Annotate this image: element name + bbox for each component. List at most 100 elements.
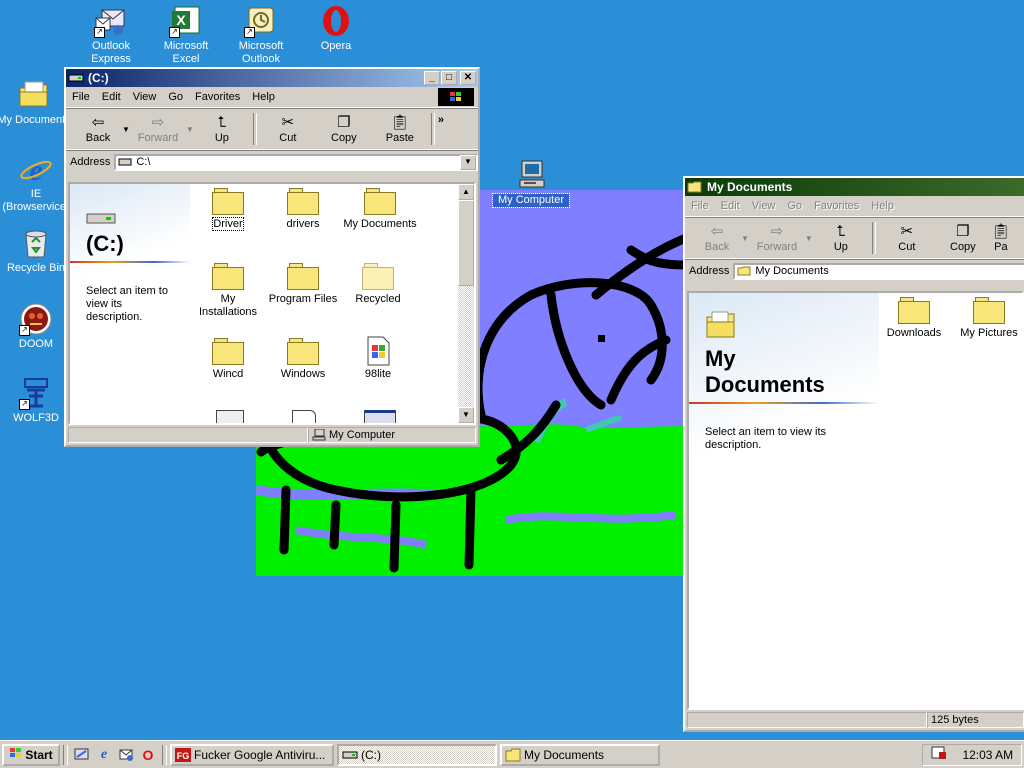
folder-view[interactable]: My Documents Select an item to view its … <box>687 291 1024 710</box>
folder-windows[interactable]: Windows <box>267 338 339 381</box>
folder-drivers[interactable]: drivers <box>267 188 339 231</box>
folder-recycled[interactable]: Recycled <box>342 263 414 306</box>
cut-button[interactable]: ✂ Cut <box>260 114 316 144</box>
title-bar[interactable]: (C:) _ □ ✕ <box>66 69 478 87</box>
outlook-icon[interactable]: ↗ Microsoft Outlook <box>223 4 299 66</box>
partial-window-icon[interactable] <box>364 410 396 423</box>
folder-program-files[interactable]: Program Files <box>267 263 339 306</box>
drive-icon <box>118 157 132 167</box>
panel-title: My Documents <box>705 346 825 397</box>
outlook-express-icon[interactable]: ↗ Outlook Express <box>73 4 149 66</box>
partial-file-icon[interactable] <box>292 410 316 423</box>
menu-edit[interactable]: Edit <box>721 200 740 212</box>
back-dropdown-icon[interactable]: ▼ <box>741 234 749 243</box>
folder-icon <box>212 338 244 365</box>
folder-my-pictures[interactable]: My Pictures <box>953 297 1022 340</box>
folder-view[interactable]: (C:) Select an item to view its descript… <box>68 182 476 425</box>
forward-dropdown-icon[interactable]: ▼ <box>805 234 813 243</box>
menu-view[interactable]: View <box>752 200 776 212</box>
title-bar[interactable]: My Documents <box>685 178 1024 196</box>
menu-help[interactable]: Help <box>252 91 275 103</box>
toolbar: ⇦ Back ▼ ⇨ Forward ▼ ⮤ Up ✂ Cut ❐ Copy 📋︎ Pa <box>685 217 1024 259</box>
up-button[interactable]: ⮤ Up <box>194 114 250 144</box>
scroll-thumb[interactable] <box>458 200 474 286</box>
wolf3d-icon[interactable]: ↗ WOLF3D <box>0 376 74 425</box>
address-label: Address <box>70 156 111 168</box>
back-button[interactable]: ⇦ Back <box>70 114 126 144</box>
maximize-button[interactable]: □ <box>441 71 457 85</box>
ie-quicklaunch-icon[interactable]: e <box>95 746 113 764</box>
forward-dropdown-icon[interactable]: ▼ <box>186 125 194 134</box>
windows-flag-icon <box>9 747 23 762</box>
file-98lite[interactable]: 98lite <box>342 336 414 381</box>
menu-go[interactable]: Go <box>168 91 183 103</box>
my-documents-window[interactable]: My Documents File Edit View Go Favorites… <box>683 176 1024 732</box>
recycle-bin-icon[interactable]: Recycle Bin <box>0 226 74 275</box>
my-computer-icon[interactable]: My Computer <box>492 158 570 208</box>
folder-icon <box>737 266 751 276</box>
status-bar: My Computer <box>68 427 476 445</box>
web-view-panel: (C:) Select an item to view its descript… <box>70 184 190 423</box>
toolbar-overflow-button[interactable]: » <box>438 114 444 126</box>
drive-c-window[interactable]: (C:) _ □ ✕ File Edit View Go Favorites H… <box>64 67 480 447</box>
status-pane-size: 125 bytes <box>927 712 1024 728</box>
excel-icon[interactable]: X ↗ Microsoft Excel <box>148 4 224 66</box>
clock[interactable]: 12:03 AM <box>962 748 1013 762</box>
taskbar-button-antivirus[interactable]: FG Fucker Google Antiviru... <box>170 743 334 766</box>
forward-button[interactable]: ⇨ Forward <box>130 114 186 144</box>
address-dropdown-button[interactable]: ▼ <box>460 154 476 170</box>
svg-text:e: e <box>29 154 42 186</box>
menu-help[interactable]: Help <box>871 200 894 212</box>
ie-icon[interactable]: e IE (Browservice) <box>0 152 74 214</box>
menu-go[interactable]: Go <box>787 200 802 212</box>
paste-button[interactable]: 📋︎ Pa <box>991 223 1011 253</box>
opera-quicklaunch-icon[interactable]: O <box>139 746 157 764</box>
forward-arrow-icon: ⇨ <box>770 223 784 240</box>
back-arrow-icon: ⇦ <box>710 223 724 240</box>
start-button[interactable]: Start <box>2 743 60 766</box>
forward-button[interactable]: ⇨ Forward <box>749 223 805 253</box>
menu-file[interactable]: File <box>72 91 90 103</box>
folder-downloads[interactable]: Downloads <box>878 297 950 340</box>
close-button[interactable]: ✕ <box>460 71 476 85</box>
taskbar-button-my-documents[interactable]: My Documents <box>500 743 660 766</box>
address-field[interactable]: My Documents <box>733 262 1024 280</box>
minimize-button[interactable]: _ <box>424 71 440 85</box>
cut-button[interactable]: ✂ Cut <box>879 223 935 253</box>
scroll-down-button[interactable]: ▼ <box>458 407 474 423</box>
folder-my-installations[interactable]: My Installations <box>192 263 264 319</box>
vertical-scrollbar[interactable]: ▲ ▼ <box>458 184 474 423</box>
back-button[interactable]: ⇦ Back <box>689 223 745 253</box>
folder-icon <box>687 181 703 193</box>
outlook-express-quicklaunch-icon[interactable] <box>117 746 135 764</box>
opera-icon[interactable]: Opera <box>298 4 374 53</box>
partial-file-icon[interactable] <box>216 410 244 423</box>
menu-favorites[interactable]: Favorites <box>814 200 859 212</box>
menu-bar: File Edit View Go Favorites Help <box>66 87 478 108</box>
scissors-icon: ✂ <box>900 223 914 240</box>
folder-icon <box>362 263 394 290</box>
tray-app-icon[interactable] <box>931 746 947 763</box>
menu-view[interactable]: View <box>133 91 157 103</box>
back-dropdown-icon[interactable]: ▼ <box>122 125 130 134</box>
my-documents-icon[interactable]: My Documents <box>0 78 72 127</box>
doom-icon[interactable]: ↗ DOOM <box>0 302 74 351</box>
menu-bar: File Edit View Go Favorites Help <box>685 196 1024 217</box>
folder-wincd[interactable]: Wincd <box>192 338 264 381</box>
taskbar-button-drive-c[interactable]: (C:) <box>337 743 497 766</box>
scroll-up-button[interactable]: ▲ <box>458 184 474 200</box>
paste-button[interactable]: 📋︎ Paste <box>372 114 428 144</box>
address-field[interactable]: C:\ ▼ <box>114 153 478 171</box>
folder-my-documents[interactable]: My Documents <box>342 188 418 231</box>
menu-edit[interactable]: Edit <box>102 91 121 103</box>
menu-favorites[interactable]: Favorites <box>195 91 240 103</box>
folder-icon <box>364 188 396 215</box>
copy-button[interactable]: ❐ Copy <box>316 114 372 144</box>
menu-file[interactable]: File <box>691 200 709 212</box>
window-title: (C:) <box>88 71 109 85</box>
up-button[interactable]: ⮤ Up <box>813 223 869 253</box>
copy-button[interactable]: ❐ Copy <box>935 223 991 253</box>
folder-driver[interactable]: Driver <box>192 188 264 231</box>
show-desktop-icon[interactable] <box>73 746 91 764</box>
folder-icon <box>212 263 244 290</box>
